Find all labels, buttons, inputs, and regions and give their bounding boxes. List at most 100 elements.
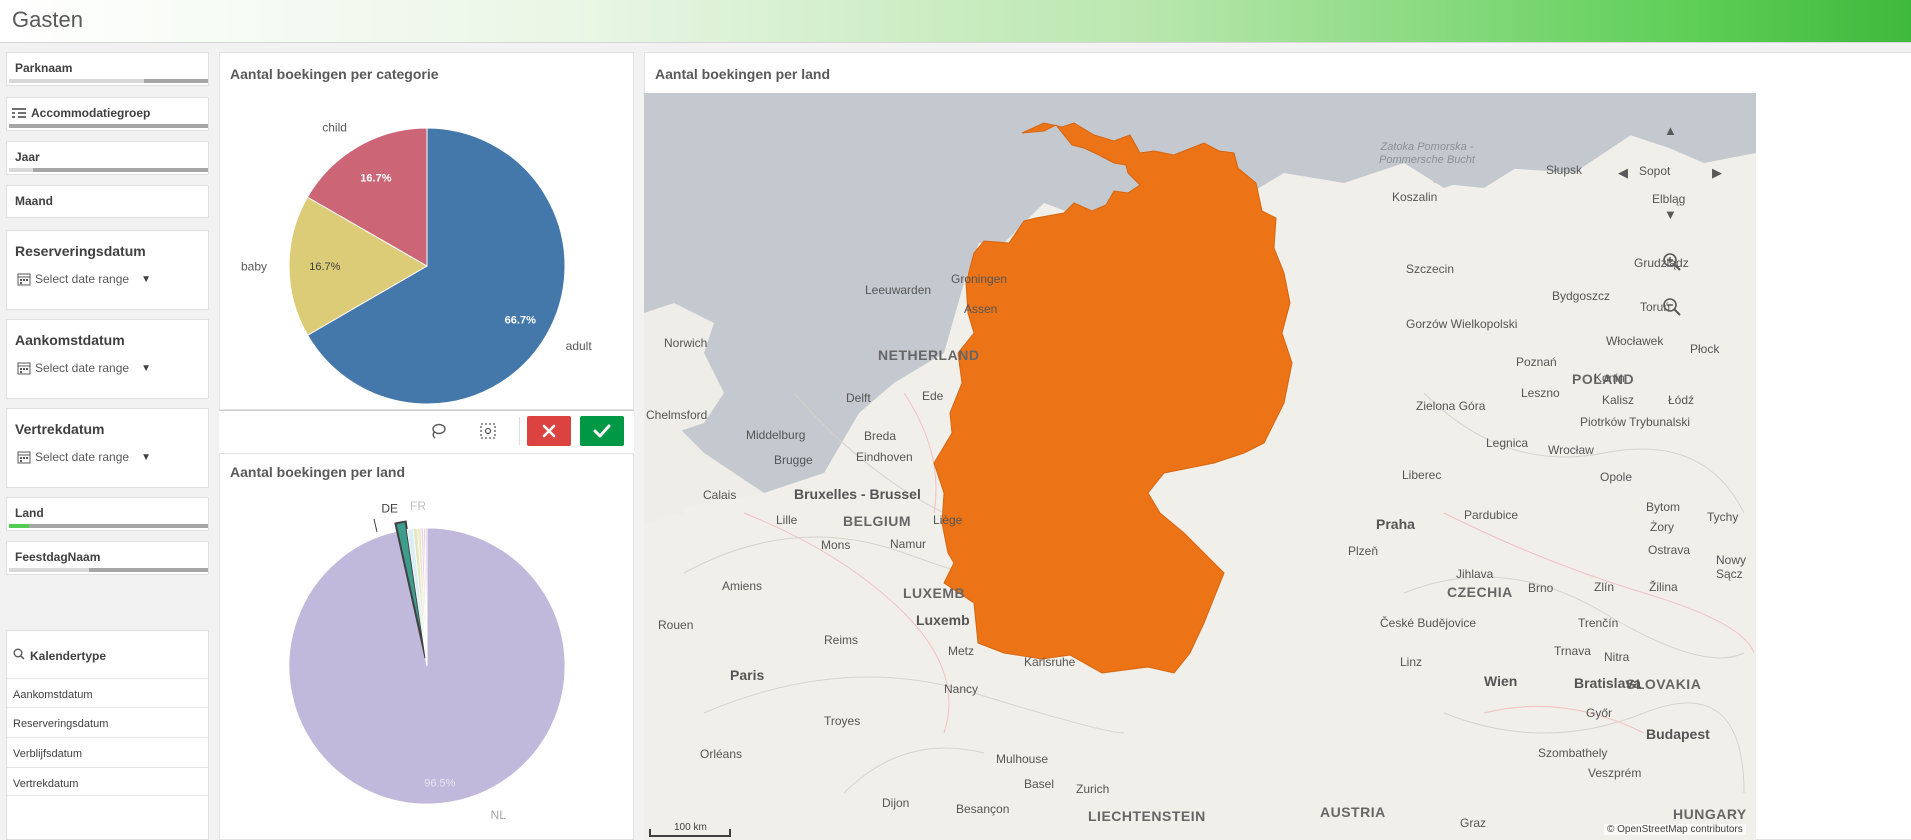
map[interactable]: NETHERLAND BELGIUM LUXEMB CZECHIA POLAND… [644,93,1756,840]
filter-label: FeestdagNaam [15,550,101,564]
map-city-label: Pardubice [1464,508,1519,522]
filter-selection-bar [9,79,208,83]
pan-down-icon[interactable]: ▼ [1664,207,1677,222]
map-city-label: Győr [1586,706,1613,720]
filter-maand[interactable]: Maand [6,185,209,218]
filter-accommodatiegroep[interactable]: Accommodatiegroep [6,97,209,131]
map-city-label: Bytom [1646,500,1681,514]
map-city-label: Orléans [700,747,743,761]
map-city-label: Ede [922,389,944,403]
map-city-label: Graz [1460,816,1487,830]
chevron-down-icon: ▼ [141,451,151,463]
filter-aankomstdatum[interactable]: Aankomstdatum Select date range ▼ [6,319,209,399]
map-city-label: Praha [1376,516,1415,532]
close-icon [542,424,556,438]
filter-vertrekdatum[interactable]: Vertrekdatum Select date range ▼ [6,408,209,488]
pan-left-icon[interactable]: ◀ [1618,165,1628,181]
map-city-label: Jihlava [1456,567,1494,581]
map-city-label: Nancy [944,682,979,696]
list-item[interactable]: Aankomstdatum [7,678,208,707]
pie-category-label: baby [241,259,267,273]
date-range-picker[interactable]: Select date range ▼ [17,272,151,286]
pie-category-label: DE [381,502,398,516]
map-city-label: Rouen [658,618,694,632]
filter-selection-bar [9,568,208,572]
map-city-label: Zurich [1076,782,1110,796]
map-scale-label: 100 km [674,822,707,833]
map-country-label: LUXEMB [903,585,966,601]
filter-reserveringsdatum[interactable]: Reserveringsdatum Select date range ▼ [6,230,209,310]
map-city-label: Konin [1594,371,1625,385]
map-city-label: Leszno [1521,386,1560,400]
date-range-placeholder: Select date range [35,361,130,375]
map-city-label: Assen [964,302,998,316]
map-city-label: Płock [1690,342,1720,356]
app-header: Gasten [0,0,1911,43]
checkmark-icon [593,424,611,438]
map-city-label: Breda [864,429,897,443]
pie-data-label: 96.5% [424,778,455,790]
filter-label: Parknaam [15,61,73,75]
map-city-label: Trenčín [1578,616,1619,630]
map-city-label: Eindhoven [856,450,913,464]
pie-chart-land[interactable]: NL 96.5% DE FR [220,454,635,840]
map-city-label: Lille [776,513,798,527]
filter-jaar[interactable]: Jaar [6,141,209,175]
chart-panel-land: Aantal boekingen per land NL 96.5% DE FR [219,454,634,840]
list-item[interactable]: Reserveringsdatum [7,707,208,736]
map-city-label: Žilina [1649,580,1678,594]
pie-leader-line [373,518,378,533]
cancel-selection-button[interactable] [527,416,571,446]
map-city-label: Chelmsford [646,408,708,422]
filter-label: Vertrekdatum [15,421,105,437]
lasso-icon[interactable] [429,422,447,445]
chart-panel-categorie: Aantal boekingen per categorie 66.7% adul… [219,52,634,410]
map-city-label: Liberec [1402,468,1442,482]
map-city-label: Amiens [722,579,763,593]
zoom-out-icon[interactable] [1662,297,1682,322]
england-land [644,443,684,523]
map-country-label: NETHERLAND [878,347,980,363]
filter-label: Land [15,506,44,520]
map-city-label: Koszalin [1392,190,1438,204]
map-city-label: Elbląg [1652,192,1686,206]
search-icon[interactable] [13,648,25,663]
map-city-label: Łódź [1668,393,1695,407]
list-item[interactable]: Verblijfsdatum [7,737,208,766]
confirm-selection-button[interactable] [580,416,624,446]
pan-up-icon[interactable]: ▲ [1664,123,1677,138]
filter-label: Accommodatiegroep [31,106,151,120]
date-range-picker[interactable]: Select date range ▼ [17,361,151,375]
toolbar-divider [519,417,520,445]
rectangle-select-icon[interactable] [479,422,497,445]
map-city-label: Mulhouse [996,752,1049,766]
filter-parknaam[interactable]: Parknaam [6,52,209,86]
kalendertype-listbox: Kalendertype Aankomstdatum Reserveringsd… [6,630,209,840]
map-city-label: Legnica [1486,436,1529,450]
map-city-label: Leeuwarden [865,283,932,297]
map-city-label: Zlín [1594,580,1615,594]
calendar-icon [17,361,31,375]
map-city-label: Besançon [956,802,1010,816]
pie-category-label: NL [491,808,507,822]
pan-right-icon[interactable]: ▶ [1712,165,1722,181]
map-city-label: Słupsk [1546,163,1583,177]
filter-feestdagnaam[interactable]: FeestdagNaam [6,541,209,575]
list-item[interactable]: Vertrekdatum [7,767,208,796]
zoom-in-icon[interactable] [1662,252,1682,277]
map-city-label: Włocławek [1606,334,1664,348]
filter-land[interactable]: Land [6,497,209,531]
filter-selection-bar [9,168,208,172]
map-city-label: Delft [846,391,871,405]
kalendertype-header[interactable]: Kalendertype [13,648,106,663]
map-city-label: Gorzów Wielkopolski [1406,317,1518,331]
pie-chart-categorie[interactable]: 66.7% adult 16.7% baby 16.7% child [220,53,635,411]
map-attribution[interactable]: © OpenStreetMap contributors [1604,824,1746,835]
filter-label: Reserveringsdatum [15,243,146,259]
map-country-label: CZECHIA [1447,584,1513,600]
date-range-picker[interactable]: Select date range ▼ [17,450,151,464]
map-city-label: Budapest [1646,726,1710,742]
map-city-label: Sopot [1639,164,1671,178]
map-sea-label: Zatoka Pomorska - Pommersche Bucht [1379,141,1475,166]
map-city-label: Piotrków Trybunalski [1580,415,1691,429]
